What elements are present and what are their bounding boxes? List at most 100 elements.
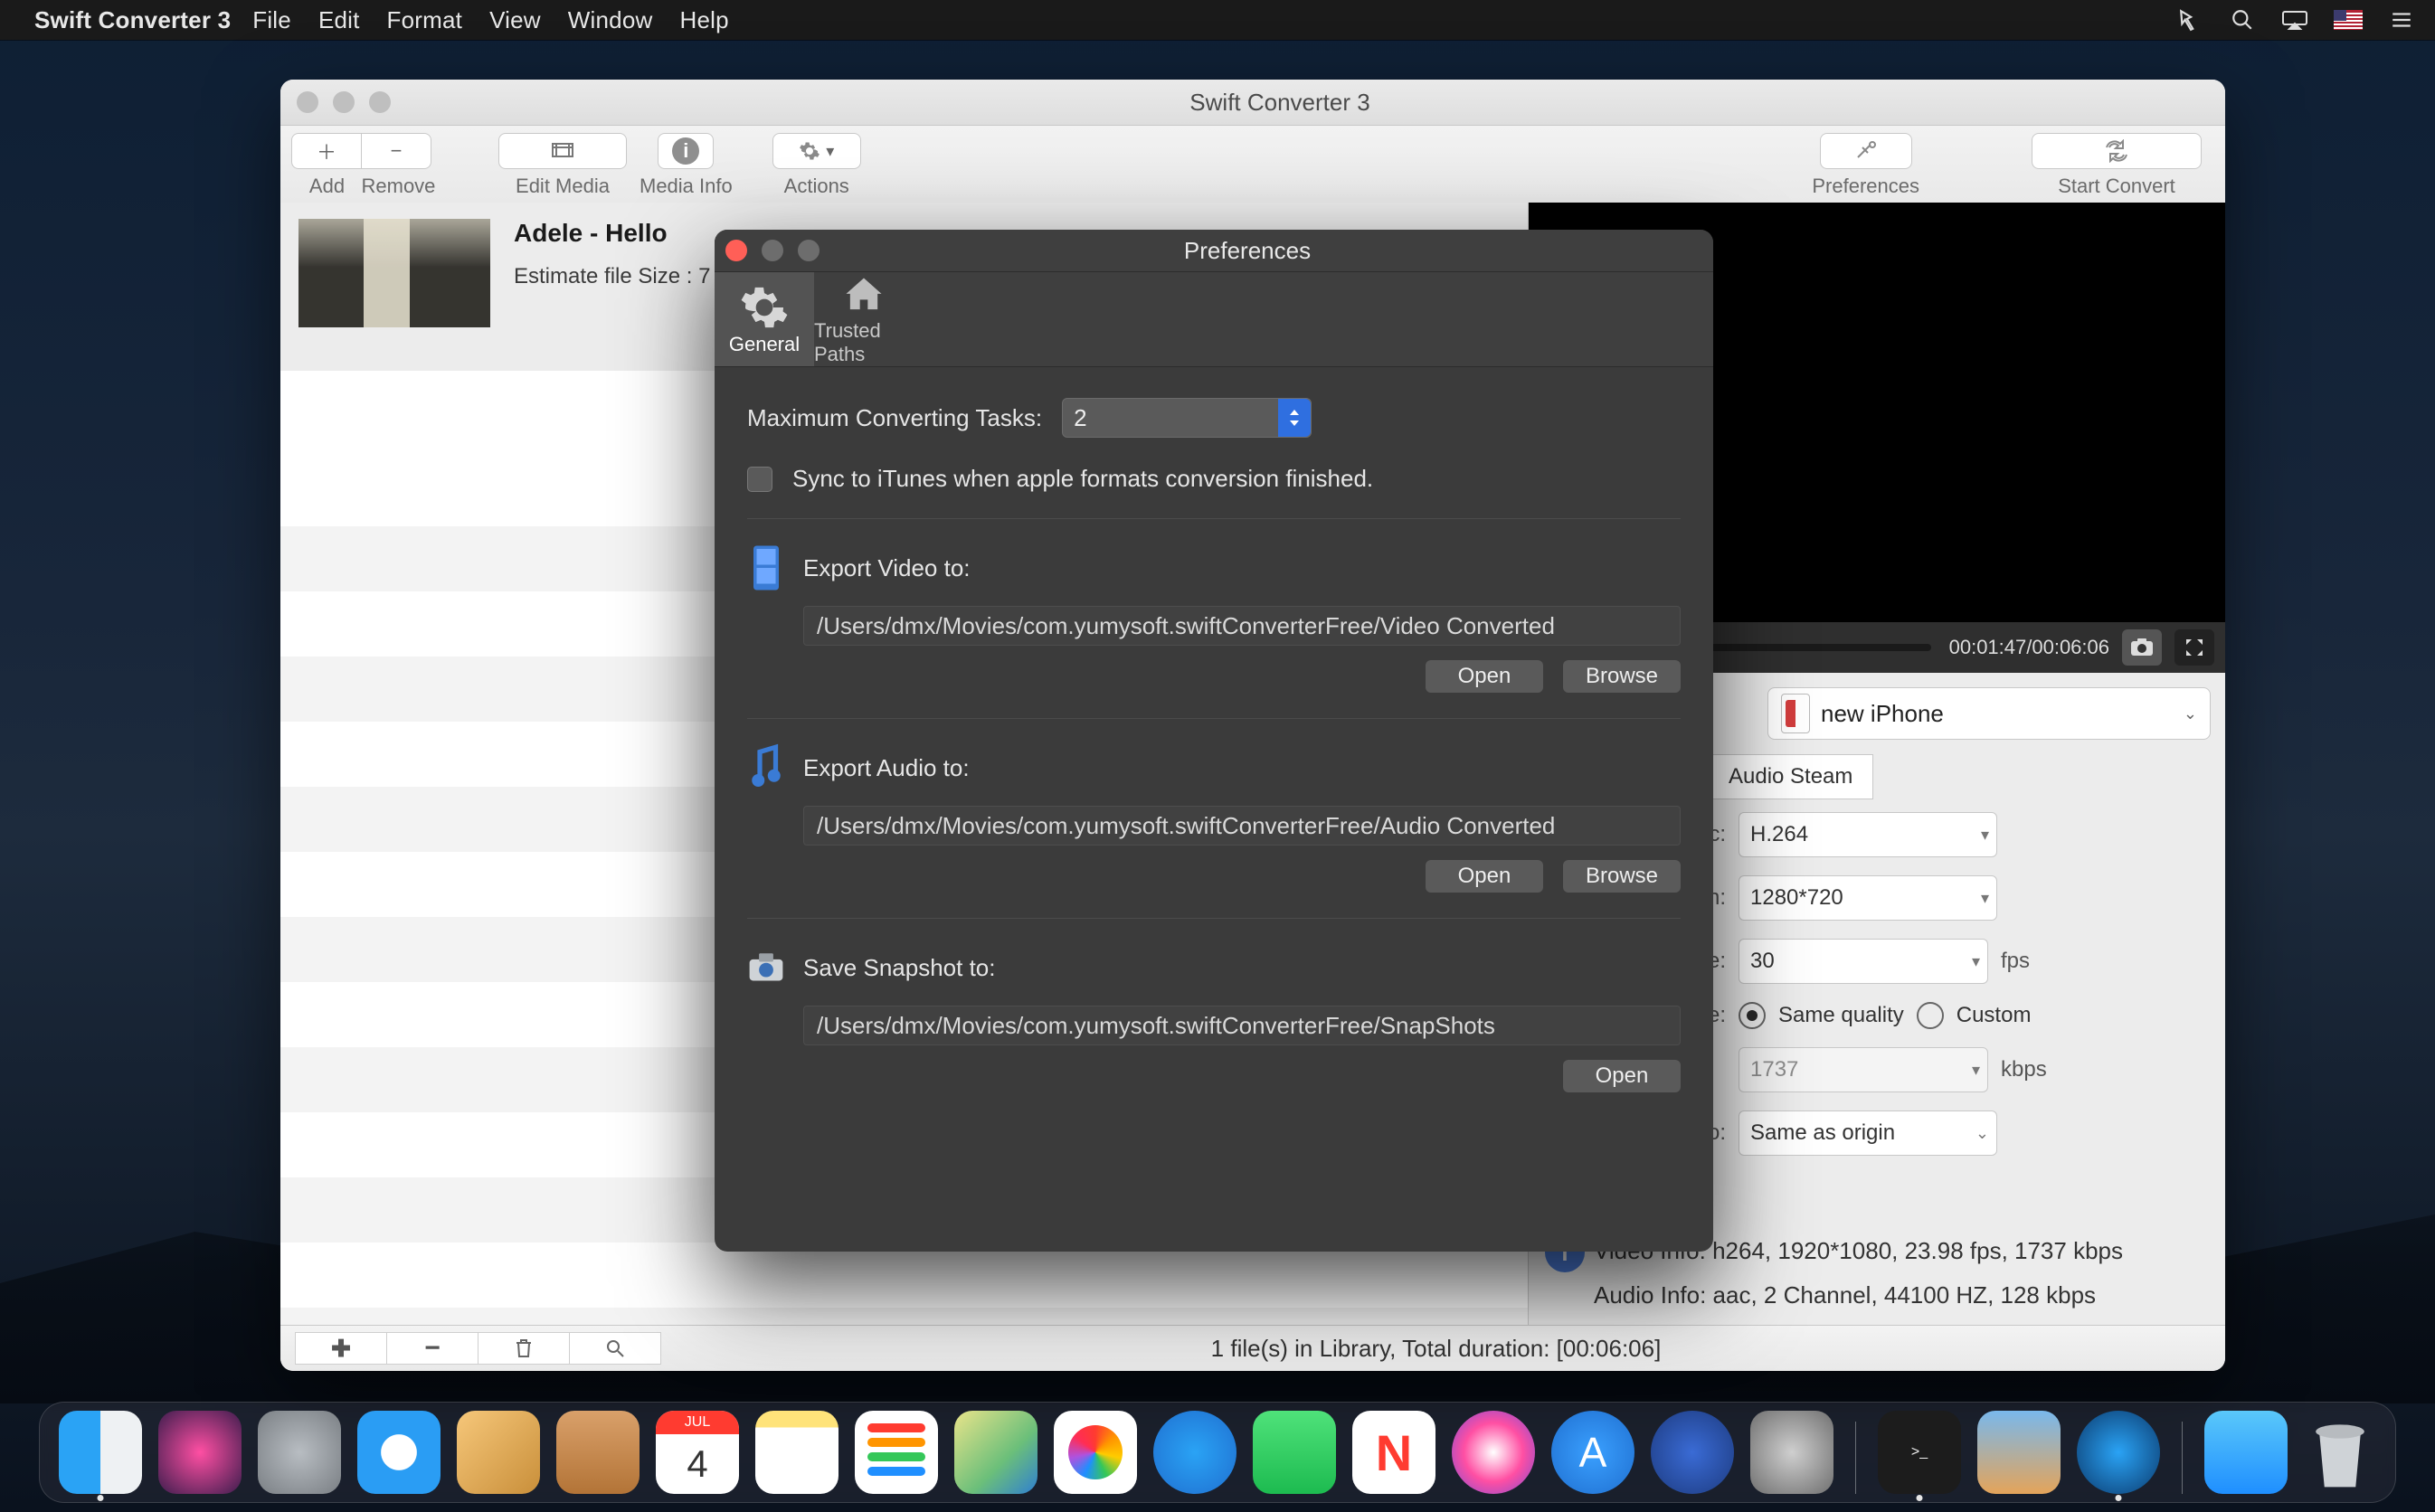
dock-messages[interactable] — [1153, 1411, 1236, 1494]
dock-reminders[interactable] — [855, 1411, 938, 1494]
dock-itunes[interactable] — [1452, 1411, 1535, 1494]
input-source-icon[interactable] — [2332, 5, 2364, 35]
dock-swift-converter[interactable] — [2077, 1411, 2160, 1494]
dock-safari[interactable] — [357, 1411, 441, 1494]
menubar: Swift Converter 3 File Edit Format View … — [0, 0, 2435, 40]
dock-news[interactable]: N — [1352, 1411, 1435, 1494]
bitrate-custom-radio[interactable] — [1917, 1002, 1944, 1029]
zoom-button[interactable] — [369, 91, 391, 113]
dock-finder[interactable] — [59, 1411, 142, 1494]
audio-info: Audio Info: aac, 2 Channel, 44100 HZ, 12… — [1594, 1281, 2096, 1309]
bitrate-same-radio[interactable] — [1739, 1002, 1766, 1029]
dock-preview[interactable] — [1977, 1411, 2061, 1494]
preset-value: new iPhone — [1821, 700, 1944, 728]
dock-system-preferences[interactable] — [1750, 1411, 1833, 1494]
prefs-titlebar[interactable]: Preferences — [715, 230, 1713, 272]
dock: JUL 4 N A >_ — [39, 1402, 2396, 1503]
max-tasks-label: Maximum Converting Tasks: — [747, 404, 1042, 432]
media-info-button[interactable]: i — [658, 133, 714, 169]
snapshot-label: Save Snapshot to: — [803, 954, 995, 982]
add-button[interactable]: ＋ — [291, 133, 362, 169]
snapshot-button[interactable] — [2122, 629, 2162, 666]
dock-terminal[interactable]: >_ — [1878, 1411, 1961, 1494]
audio-open-button[interactable]: Open — [1426, 860, 1543, 893]
dock-trash[interactable] — [2304, 1411, 2376, 1494]
export-audio-path[interactable]: /Users/dmx/Movies/com.yumysoft.swiftConv… — [803, 806, 1681, 846]
bottom-bar: ✚ − 1 file(s) in Library, Total duration… — [280, 1325, 2225, 1371]
audio-browse-button[interactable]: Browse — [1563, 860, 1681, 893]
video-open-button[interactable]: Open — [1426, 660, 1543, 693]
window-titlebar[interactable]: Swift Converter 3 — [280, 80, 2225, 126]
dock-launchpad[interactable] — [258, 1411, 341, 1494]
codec-select[interactable]: H.264 ▾ — [1739, 812, 1997, 857]
dock-separator-2 — [2182, 1422, 2183, 1494]
preferences-label: Preferences — [1812, 175, 1919, 198]
start-convert-label: Start Convert — [2058, 175, 2175, 198]
menu-edit[interactable]: Edit — [318, 6, 360, 34]
menu-file[interactable]: File — [252, 6, 291, 34]
preferences-button[interactable] — [1820, 133, 1912, 169]
preset-select[interactable]: new iPhone ⌄ — [1767, 687, 2211, 740]
window-title: Swift Converter 3 — [407, 89, 2225, 117]
bitrate-same-label: Same quality — [1778, 1003, 1904, 1028]
menu-window[interactable]: Window — [568, 6, 653, 34]
kbps-select: 1737 ▾ — [1739, 1047, 1988, 1092]
framerate-unit: fps — [2001, 949, 2030, 974]
prefs-tab-general[interactable]: General — [715, 272, 814, 366]
remove-small-button[interactable]: − — [387, 1332, 478, 1365]
device-icon — [1781, 694, 1810, 733]
video-browse-button[interactable]: Browse — [1563, 660, 1681, 693]
sync-itunes-checkbox[interactable] — [747, 467, 772, 492]
notification-center-icon[interactable] — [2386, 5, 2417, 35]
dock-notes[interactable] — [755, 1411, 839, 1494]
chevron-down-icon: ▾ — [826, 143, 834, 159]
tab-audio-stream[interactable]: Audio Steam — [1709, 754, 1873, 799]
kbps-unit: kbps — [2001, 1057, 2047, 1082]
dock-siri[interactable] — [158, 1411, 242, 1494]
remove-label: Remove — [362, 175, 431, 198]
dock-maps[interactable] — [954, 1411, 1037, 1494]
snapshot-path[interactable]: /Users/dmx/Movies/com.yumysoft.swiftConv… — [803, 1006, 1681, 1045]
framerate-select[interactable]: 30 ▾ — [1739, 939, 1988, 984]
menu-format[interactable]: Format — [387, 6, 463, 34]
max-tasks-select[interactable]: 2 — [1062, 398, 1312, 438]
edit-media-button[interactable] — [498, 133, 627, 169]
menubar-extra-icon[interactable] — [2174, 5, 2205, 35]
dock-calendar[interactable]: JUL 4 — [656, 1411, 739, 1494]
prefs-tab-trusted[interactable]: Trusted Paths — [814, 272, 914, 366]
prefs-title: Preferences — [836, 237, 1713, 265]
menu-view[interactable]: View — [489, 6, 541, 34]
search-small-button[interactable] — [570, 1332, 661, 1365]
dock-facetime[interactable] — [1253, 1411, 1336, 1494]
remove-button[interactable]: − — [362, 133, 431, 169]
sync-itunes-label: Sync to iTunes when apple formats conver… — [792, 465, 1373, 493]
menu-help[interactable]: Help — [679, 6, 728, 34]
export-audio-label: Export Audio to: — [803, 754, 970, 782]
minimize-button[interactable] — [333, 91, 355, 113]
dock-separator — [1855, 1422, 1856, 1494]
prefs-close-button[interactable] — [725, 240, 747, 261]
start-convert-button[interactable] — [2032, 133, 2202, 169]
export-video-path[interactable]: /Users/dmx/Movies/com.yumysoft.swiftConv… — [803, 606, 1681, 646]
dock-contacts[interactable] — [556, 1411, 640, 1494]
add-label: Add — [293, 175, 362, 198]
resolution-select[interactable]: 1280*720 ▾ — [1739, 875, 1997, 921]
actions-button[interactable]: ▾ — [772, 133, 861, 169]
stepper-icon — [1278, 399, 1311, 437]
dock-app-generic-1[interactable] — [1651, 1411, 1734, 1494]
app-menu[interactable]: Swift Converter 3 — [34, 6, 231, 34]
prefs-minimize-button[interactable] — [762, 240, 783, 261]
add-small-button[interactable]: ✚ — [295, 1332, 387, 1365]
spotlight-icon[interactable] — [2227, 5, 2258, 35]
dock-downloads[interactable] — [2204, 1411, 2288, 1494]
dock-photos[interactable] — [1054, 1411, 1137, 1494]
close-button[interactable] — [297, 91, 318, 113]
aspect-select[interactable]: Same as origin ⌄ — [1739, 1110, 1997, 1156]
dock-appstore[interactable]: A — [1551, 1411, 1634, 1494]
dock-mail[interactable] — [457, 1411, 540, 1494]
snapshot-open-button[interactable]: Open — [1563, 1060, 1681, 1092]
fullscreen-button[interactable] — [2174, 629, 2214, 666]
airplay-icon[interactable] — [2279, 5, 2310, 35]
prefs-zoom-button[interactable] — [798, 240, 820, 261]
delete-button[interactable] — [478, 1332, 570, 1365]
